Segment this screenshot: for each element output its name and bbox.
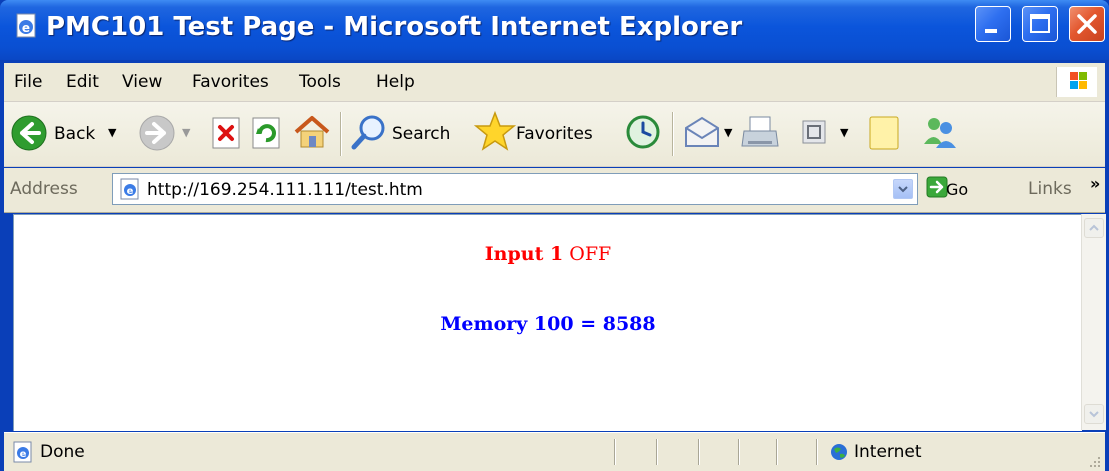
svg-text:e: e <box>20 449 27 460</box>
memory-value-line: Memory 100 = 8588 <box>440 313 656 335</box>
toolbar-separator <box>672 112 674 156</box>
scroll-up-button[interactable] <box>1084 218 1104 238</box>
toolbar-separator <box>340 112 342 156</box>
status-divider <box>656 439 658 465</box>
address-input[interactable]: e http://169.254.111.111/test.htm <box>112 173 918 205</box>
menu-favorites[interactable]: Favorites <box>192 72 269 92</box>
mail-dropdown-icon[interactable]: ▼ <box>724 126 732 139</box>
svg-text:e: e <box>127 186 134 197</box>
title-bar[interactable]: e PMC101 Test Page - Microsoft Internet … <box>0 0 1109 60</box>
go-button-label[interactable]: Go <box>946 180 968 199</box>
back-arrow-icon[interactable] <box>10 114 48 152</box>
input-state: OFF <box>569 243 612 265</box>
ie-page-icon: e <box>16 13 36 38</box>
stop-icon[interactable] <box>210 116 244 150</box>
back-button-label[interactable]: Back <box>54 124 95 144</box>
status-divider <box>816 439 818 465</box>
menu-tools[interactable]: Tools <box>299 72 341 92</box>
forward-dropdown-icon[interactable]: ▼ <box>182 126 190 139</box>
status-divider <box>614 439 616 465</box>
resize-grip-icon[interactable] <box>1089 456 1101 468</box>
globe-icon <box>831 444 847 460</box>
refresh-icon[interactable] <box>250 116 284 150</box>
go-button[interactable] <box>926 176 948 202</box>
status-divider <box>738 439 740 465</box>
page-content: Input 1 OFF Memory 100 = 8588 <box>13 214 1082 431</box>
home-icon[interactable] <box>292 112 332 152</box>
input-status-line: Input 1 OFF <box>14 243 1082 265</box>
links-chevron-icon[interactable]: » <box>1090 174 1100 193</box>
chevron-up-icon <box>1089 224 1099 231</box>
menu-help[interactable]: Help <box>376 72 415 92</box>
window-title: PMC101 Test Page - Microsoft Internet Ex… <box>46 12 743 42</box>
status-divider <box>698 439 700 465</box>
address-label: Address <box>10 179 78 199</box>
close-icon <box>1077 14 1097 34</box>
messenger-icon[interactable] <box>920 112 960 152</box>
edit-dropdown-icon[interactable]: ▼ <box>840 126 848 139</box>
ie-page-icon: e <box>13 441 32 463</box>
address-url[interactable]: http://169.254.111.111/test.htm <box>147 180 423 200</box>
scroll-down-button[interactable] <box>1084 404 1104 424</box>
menu-view[interactable]: View <box>122 72 162 92</box>
address-bar: Address e http://169.254.111.111/test.ht… <box>4 168 1105 213</box>
favorites-button-label[interactable]: Favorites <box>516 124 593 144</box>
browser-window: e PMC101 Test Page - Microsoft Internet … <box>0 0 1109 471</box>
search-icon[interactable] <box>350 112 390 152</box>
favorites-star-icon[interactable] <box>474 110 516 152</box>
address-dropdown-button[interactable] <box>893 179 913 199</box>
chevron-down-icon <box>1089 411 1099 418</box>
menu-bar: File Edit View Favorites Tools Help <box>4 63 1105 102</box>
history-icon[interactable] <box>624 113 662 151</box>
maximize-button[interactable] <box>1022 6 1058 42</box>
menu-file[interactable]: File <box>14 72 42 92</box>
go-arrow-icon <box>926 176 948 198</box>
close-button[interactable] <box>1069 6 1105 42</box>
security-zone-label: Internet <box>854 442 922 462</box>
svg-text:e: e <box>22 21 30 35</box>
windows-logo-icon <box>1056 67 1097 97</box>
ie-page-icon: e <box>120 178 139 200</box>
links-label[interactable]: Links <box>1028 179 1072 199</box>
status-divider <box>776 439 778 465</box>
search-button-label[interactable]: Search <box>392 124 450 144</box>
status-text: Done <box>40 442 85 462</box>
standard-toolbar: Back ▼ ▼ Search Favorites ▼ ▼ <box>4 102 1105 167</box>
mail-icon[interactable] <box>682 114 722 150</box>
vertical-scrollbar[interactable] <box>1081 214 1106 430</box>
print-icon[interactable] <box>740 114 780 152</box>
forward-arrow-icon[interactable] <box>138 114 176 152</box>
back-dropdown-icon[interactable]: ▼ <box>108 126 116 139</box>
maximize-icon <box>1030 14 1050 33</box>
minimize-icon <box>985 29 997 33</box>
input-label: Input 1 <box>484 243 564 265</box>
notes-icon[interactable] <box>866 114 902 152</box>
minimize-button[interactable] <box>975 6 1011 42</box>
status-bar: e Done Internet <box>4 432 1105 471</box>
menu-edit[interactable]: Edit <box>66 72 99 92</box>
chevron-down-icon <box>898 186 908 193</box>
edit-page-icon[interactable] <box>800 118 830 148</box>
